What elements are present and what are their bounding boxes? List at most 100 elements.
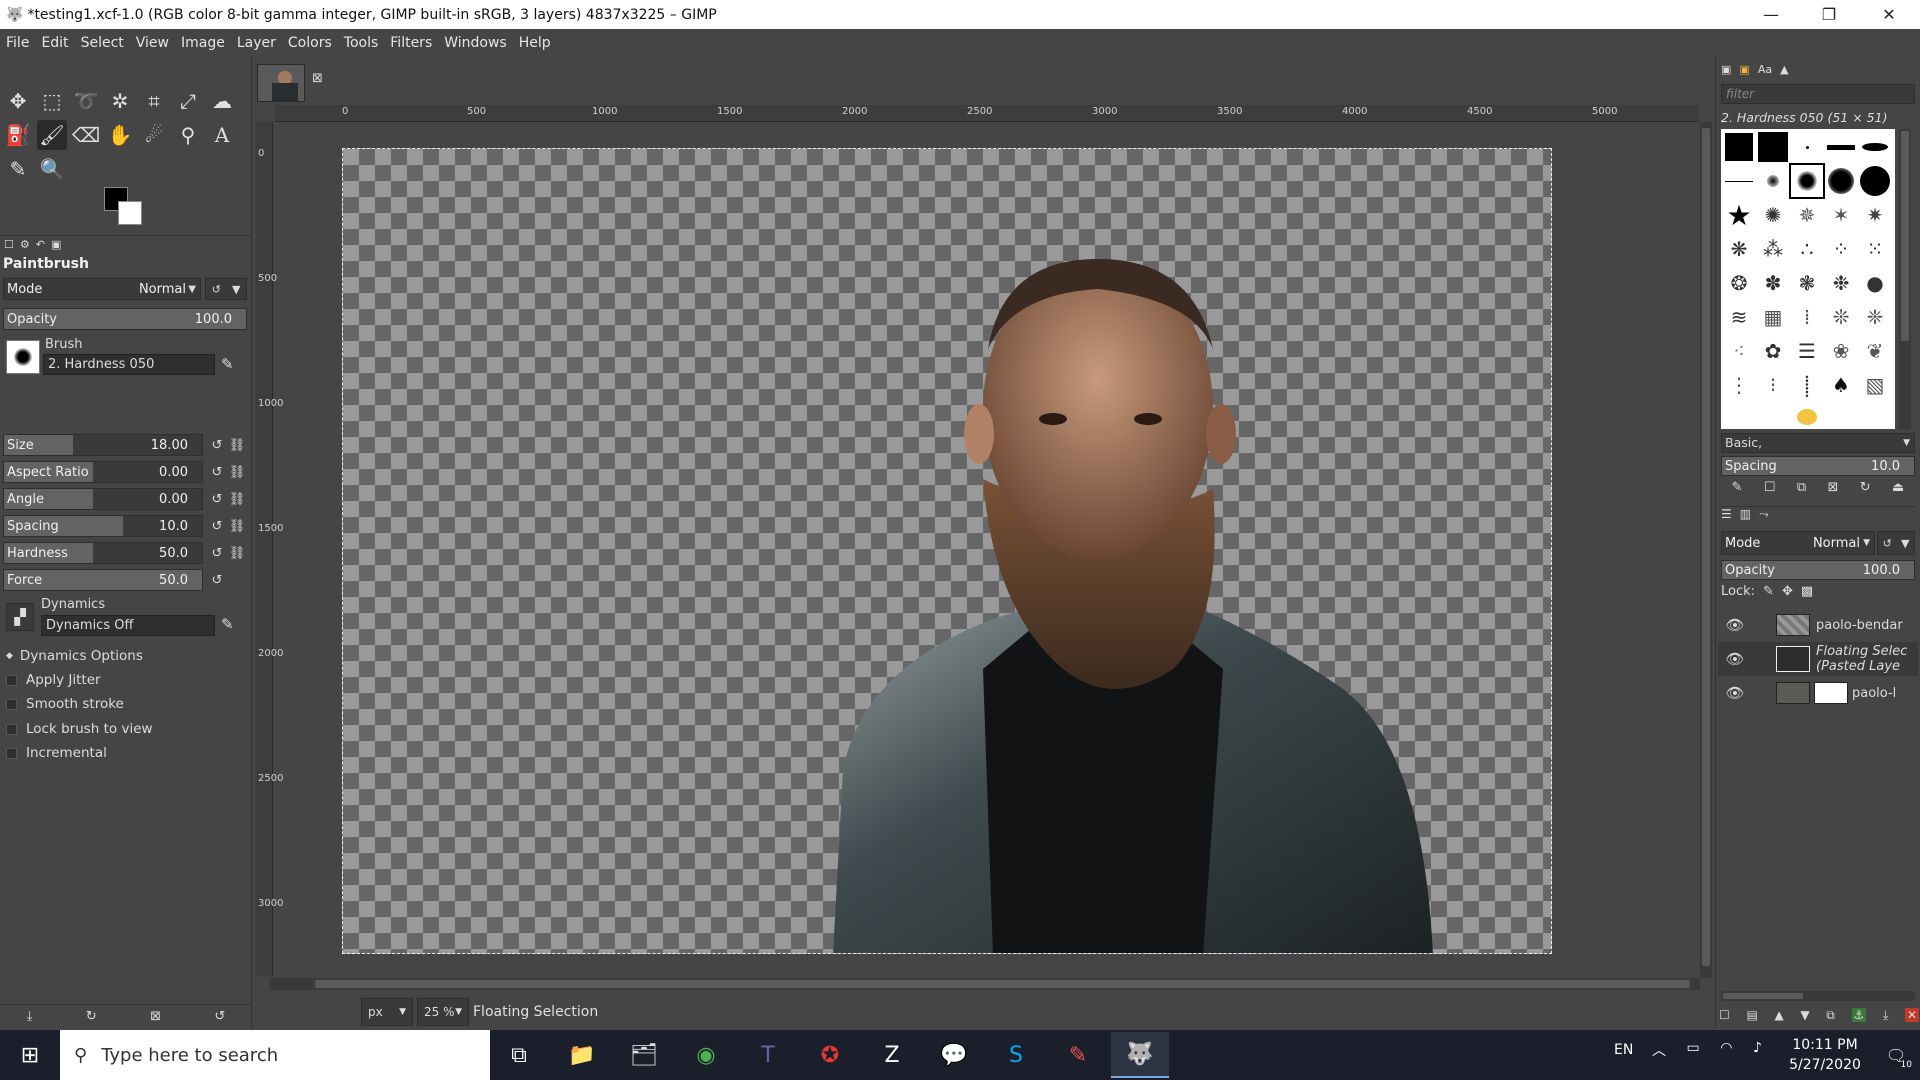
raise-layer-icon[interactable]: ▲ [1774, 1008, 1783, 1022]
brush-splatter-icon[interactable]: ✷ [1859, 199, 1891, 231]
channels-tab-icon[interactable]: ▥ [1740, 507, 1751, 522]
menu-colors[interactable]: Colors [282, 35, 338, 51]
zoom-tool-icon[interactable]: 🔍 [37, 154, 67, 184]
brush-texture-icon[interactable]: ❃ [1791, 267, 1823, 299]
clone-tool-icon[interactable]: ✋ [105, 120, 135, 150]
brush-splatter-icon[interactable]: ✺ [1757, 199, 1789, 231]
color-picker-tool-icon[interactable]: ✎ [3, 154, 33, 184]
brush-splatter-icon[interactable]: ✵ [1791, 199, 1823, 231]
reset-size-icon[interactable]: ↺ [207, 434, 227, 456]
move-tool-icon[interactable]: ✥ [3, 86, 33, 116]
unit-select[interactable]: px ▼ [361, 998, 413, 1026]
chevron-up-icon[interactable]: ︿ [1652, 1040, 1666, 1060]
brush-texture-icon[interactable]: ❋ [1723, 233, 1755, 265]
brush-star-icon[interactable]: ★ [1723, 199, 1755, 232]
brush-square-block[interactable] [1723, 131, 1755, 163]
reset-options-icon[interactable]: ↺ [214, 1009, 225, 1024]
menu-tools[interactable]: Tools [338, 35, 385, 51]
reset-force-icon[interactable]: ↺ [207, 569, 227, 591]
brush-texture-icon[interactable]: ❀ [1825, 335, 1857, 367]
paths-tab-icon[interactable]: ⤳ [1759, 507, 1769, 522]
tool-options-tab-icon[interactable]: ☐ [4, 238, 14, 251]
duplicate-layer-icon[interactable]: ⧉ [1826, 1008, 1835, 1023]
restore-options-icon[interactable]: ↻ [86, 1009, 97, 1024]
brushes-tab-icon[interactable]: ▣ [1721, 63, 1731, 77]
visibility-eye-icon[interactable]: 👁 [1718, 650, 1752, 668]
brush-texture-icon[interactable]: ⋮ [1723, 369, 1755, 401]
background-color-swatch[interactable] [118, 201, 142, 225]
teams-icon[interactable]: T [739, 1032, 797, 1078]
brush-texture-icon[interactable]: ❉ [1825, 267, 1857, 299]
brush-filter-input[interactable]: filter [1721, 84, 1915, 104]
brush-texture-icon[interactable]: ● [1859, 267, 1891, 299]
brush-soft-small[interactable] [1757, 165, 1789, 197]
lock-brush-checkbox[interactable]: Lock brush to view [6, 721, 153, 737]
layer-mode-select[interactable]: Mode Normal ▼ [1721, 531, 1875, 555]
image-tab-thumbnail[interactable] [257, 64, 305, 102]
brush-texture-icon[interactable]: ♠ [1825, 369, 1857, 401]
smudge-tool-icon[interactable]: ☄ [139, 120, 169, 150]
opacity-slider[interactable]: Opacity 100.0 [3, 308, 247, 330]
layer-item-active[interactable]: 👁 Floating Selec (Pasted Laye [1718, 642, 1918, 676]
edit-brush-icon[interactable]: ✎ [1732, 480, 1743, 498]
duplicate-brush-icon[interactable]: ⧉ [1797, 480, 1806, 498]
link-angle-icon[interactable]: ⛓ [227, 488, 247, 510]
brush-texture-icon[interactable]: ❂ [1723, 267, 1755, 299]
force-slider[interactable]: Force 50.0 [3, 569, 203, 591]
layer-mode-reset-button[interactable]: ↺ ▼ [1877, 531, 1915, 555]
brush-texture-icon[interactable]: ❈ [1859, 301, 1891, 333]
incremental-checkbox[interactable]: Incremental [6, 745, 107, 761]
brush-ellipse[interactable] [1859, 131, 1891, 163]
reset-spacing-icon[interactable]: ↺ [207, 515, 227, 537]
close-image-icon[interactable]: ⊠ [312, 71, 323, 86]
brush-spacing-slider[interactable]: Spacing 10.0 [1721, 456, 1915, 476]
link-hardness-icon[interactable]: ⛓ [227, 542, 247, 564]
media-app-icon[interactable]: ✪ [801, 1032, 859, 1078]
hardness-slider[interactable]: Hardness 50.0 [3, 542, 203, 564]
edit-dynamics-icon[interactable]: ✎ [221, 615, 234, 633]
brush-texture-icon[interactable]: ⁙ [1859, 233, 1891, 265]
menu-image[interactable]: Image [175, 35, 231, 51]
brush-texture-icon[interactable]: ⁞ [1791, 301, 1823, 333]
chrome-icon[interactable]: ◉ [677, 1032, 735, 1078]
brush-hard-large[interactable] [1859, 165, 1891, 197]
maximize-button[interactable]: ❐ [1800, 0, 1858, 29]
brush-tag-input[interactable]: Basic, ▼ [1721, 433, 1915, 453]
layer-item[interactable]: 👁 paolo-bendar [1718, 608, 1918, 642]
menu-windows[interactable]: Windows [438, 35, 513, 51]
bucket-fill-tool-icon[interactable]: ⛽ [3, 120, 33, 150]
save-options-icon[interactable]: ⤓ [27, 1009, 33, 1024]
paint-app-icon[interactable]: ✎ [1049, 1032, 1107, 1078]
paths-tool-icon[interactable]: ⚲ [173, 120, 203, 150]
brush-line[interactable] [1825, 131, 1857, 163]
brush-color-blob[interactable] [1791, 401, 1823, 433]
brush-grid-scrollbar[interactable] [1899, 129, 1911, 429]
brush-hairline[interactable] [1723, 165, 1755, 197]
patterns-tab-icon[interactable]: ▣ [1739, 63, 1749, 77]
brush-texture-icon[interactable]: ⁘ [1825, 233, 1857, 265]
brush-name-field[interactable]: 2. Hardness 050 [43, 354, 215, 375]
undo-history-tab-icon[interactable]: ↶ [36, 238, 45, 251]
layer-item[interactable]: 👁 paolo-l [1718, 676, 1918, 710]
clock[interactable]: 10:11 PM 5/27/2020 [1770, 1035, 1880, 1075]
transform-tool-icon[interactable]: ⤢ [173, 86, 203, 116]
link-size-icon[interactable]: ⛓ [227, 434, 247, 456]
mode-reset-button[interactable]: ↺ ▼ [205, 278, 247, 300]
refresh-brushes-icon[interactable]: ↻ [1860, 480, 1871, 498]
smooth-stroke-checkbox[interactable]: Smooth stroke [6, 696, 124, 712]
link-spacing-icon[interactable]: ⛓ [227, 515, 247, 537]
fonts-tab-icon[interactable]: Aa [1758, 63, 1772, 77]
lock-pixels-icon[interactable]: ✎ [1763, 584, 1774, 599]
visibility-eye-icon[interactable]: 👁 [1718, 684, 1752, 702]
layers-tab-icon[interactable]: ☰ [1721, 507, 1732, 522]
brush-splatter-icon[interactable]: ✶ [1825, 199, 1857, 231]
file-manager-icon[interactable]: 🗂 [615, 1032, 673, 1078]
angle-slider[interactable]: Angle 0.00 [3, 488, 203, 510]
zend-icon[interactable]: Z [863, 1032, 921, 1078]
reset-aspect-icon[interactable]: ↺ [207, 461, 227, 483]
brush-texture-icon[interactable]: ⁂ [1757, 233, 1789, 265]
merge-layer-icon[interactable]: ⤓ [1883, 1008, 1888, 1023]
apply-jitter-checkbox[interactable]: Apply Jitter [6, 672, 101, 688]
visibility-eye-icon[interactable]: 👁 [1718, 616, 1752, 634]
battery-icon[interactable]: ▭ [1687, 1040, 1700, 1060]
